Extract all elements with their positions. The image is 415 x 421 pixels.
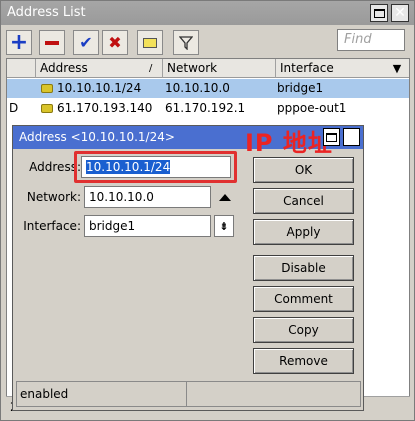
row-flag: D: [9, 101, 19, 115]
interface-select[interactable]: bridge1: [84, 215, 211, 237]
disable-button[interactable]: ✖: [102, 30, 128, 55]
interface-value: bridge1: [89, 219, 136, 233]
column-header-network[interactable]: Network: [162, 59, 275, 78]
dialog-close-button[interactable]: ✕: [343, 128, 360, 146]
minus-icon: [45, 40, 59, 45]
interface-label: Interface:: [23, 219, 81, 233]
table-header: Address / Network Interface ▼: [7, 59, 409, 78]
close-icon: ✕: [394, 5, 406, 21]
maximize-button[interactable]: [370, 4, 388, 22]
check-icon: ✔: [79, 33, 93, 52]
status-cell-empty: [187, 382, 360, 406]
dialog-status-bar: enabled: [16, 381, 361, 407]
dropdown-arrow-icon: ⇟: [219, 219, 229, 233]
close-button[interactable]: ✕: [391, 4, 409, 22]
apply-button[interactable]: Apply: [253, 219, 354, 245]
filter-button[interactable]: [173, 30, 199, 55]
table-row[interactable]: D 61.170.193.140 61.170.192.1 pppoe-out1: [7, 99, 409, 118]
row-address: 10.10.10.1/24: [57, 81, 142, 95]
enable-button[interactable]: ✔: [73, 30, 99, 55]
dialog-maximize-button[interactable]: [323, 128, 340, 146]
address-label: Address:: [29, 160, 81, 174]
column-menu-button[interactable]: ▼: [385, 59, 409, 78]
row-interface: bridge1: [277, 81, 324, 95]
ip-address-icon: [41, 104, 53, 113]
remove-button[interactable]: [39, 30, 65, 55]
find-input[interactable]: Find: [337, 29, 405, 51]
collapse-arrow-icon[interactable]: [219, 194, 231, 201]
cancel-button[interactable]: Cancel: [253, 188, 354, 214]
comment-button[interactable]: [137, 30, 163, 55]
address-dialog: Address <10.10.10.1/24> IP 地址 ✕ Address:…: [12, 125, 364, 411]
remove-button[interactable]: Remove: [253, 348, 354, 374]
address-value: 10.10.10.1/24: [86, 160, 171, 174]
copy-button[interactable]: Copy: [253, 317, 354, 343]
row-interface: pppoe-out1: [277, 101, 347, 115]
cross-icon: ✖: [108, 33, 122, 52]
note-icon: [143, 37, 157, 48]
ip-address-annotation: IP 地址: [245, 129, 333, 157]
interface-dropdown-button[interactable]: ⇟: [214, 215, 234, 237]
disable-button[interactable]: Disable: [253, 255, 354, 281]
network-value: 10.10.10.0: [89, 190, 154, 204]
network-field[interactable]: 10.10.10.0: [84, 186, 211, 208]
address-field[interactable]: 10.10.10.1/24: [81, 156, 231, 178]
close-icon: ✕: [345, 129, 358, 145]
status-text: enabled: [17, 382, 187, 406]
maximize-icon: [326, 132, 337, 142]
plus-icon: +: [9, 29, 29, 55]
comment-button[interactable]: Comment: [253, 286, 354, 312]
table-row[interactable]: 10.10.10.1/24 10.10.10.0 bridge1: [7, 79, 409, 98]
filter-icon: [179, 35, 193, 50]
list-window-title: Address List: [7, 5, 86, 20]
ip-address-icon: [41, 84, 53, 93]
maximize-icon: [373, 8, 385, 18]
sort-descending-icon: /: [149, 63, 153, 74]
row-address: 61.170.193.140: [57, 101, 153, 115]
dialog-titlebar[interactable]: Address <10.10.10.1/24> IP 地址 ✕: [13, 126, 363, 157]
list-titlebar[interactable]: Address List ✕: [1, 1, 414, 25]
dialog-title: Address <10.10.10.1/24>: [19, 130, 175, 144]
ok-button[interactable]: OK: [253, 157, 354, 183]
row-network: 61.170.192.1: [165, 101, 246, 115]
add-button[interactable]: +: [6, 30, 32, 55]
column-header-interface[interactable]: Interface: [275, 59, 385, 78]
network-label: Network:: [26, 190, 81, 204]
column-header-address[interactable]: Address: [35, 59, 163, 78]
row-network: 10.10.10.0: [165, 81, 230, 95]
